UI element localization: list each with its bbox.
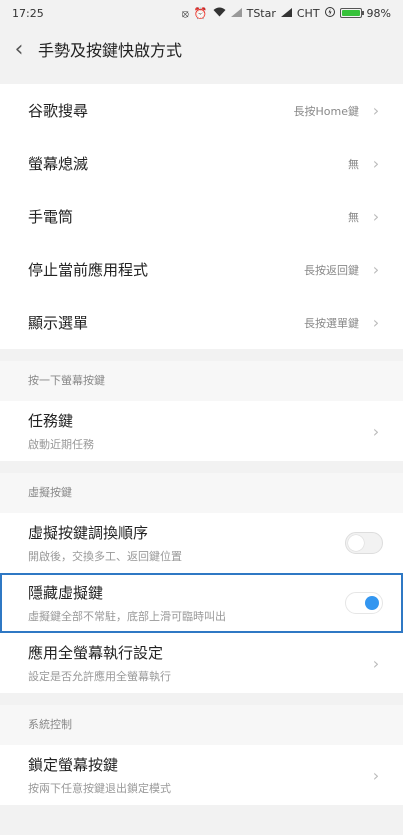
row-subtitle: 虛擬鍵全部不常駐，底部上滑可臨時叫出 bbox=[28, 610, 226, 623]
battery-percent: 98% bbox=[366, 6, 391, 20]
status-icons: ⦻ ⏰ TStar CHT 98% bbox=[182, 6, 391, 20]
battery-icon bbox=[339, 8, 364, 18]
row-value: 無 bbox=[348, 210, 359, 224]
stop-app-row[interactable]: 停止當前應用程式 長按返回鍵 › bbox=[0, 243, 403, 296]
row-label: 任務鍵 bbox=[28, 412, 74, 430]
hide-virtual-keys-toggle[interactable] bbox=[345, 592, 383, 614]
row-subtitle: 設定是否允許應用全螢幕執行 bbox=[28, 670, 171, 683]
chevron-right-icon: › bbox=[372, 207, 380, 226]
row-label: 停止當前應用程式 bbox=[28, 261, 149, 279]
settings-list: 谷歌搜尋 長按Home鍵 › 螢幕熄滅 無 › 手電筒 無 › 停止當前應用程式… bbox=[0, 84, 403, 835]
hide-virtual-keys-row[interactable]: 隱藏虛擬鍵 虛擬鍵全部不常駐，底部上滑可臨時叫出 bbox=[0, 573, 403, 633]
section-header-tap: 按一下螢幕按鍵 bbox=[0, 361, 403, 401]
charging-icon bbox=[324, 6, 335, 20]
section-gap bbox=[0, 349, 403, 361]
row-label: 虛擬按鍵調換順序 bbox=[28, 524, 149, 542]
carrier-1: TStar bbox=[246, 6, 276, 20]
bottom-spacer bbox=[0, 805, 403, 835]
row-value: 無 bbox=[348, 157, 359, 171]
wifi-icon bbox=[213, 7, 226, 19]
row-label: 谷歌搜尋 bbox=[28, 102, 89, 120]
signal-icon bbox=[230, 7, 242, 19]
chevron-right-icon: › bbox=[372, 101, 380, 120]
chevron-right-icon: › bbox=[372, 313, 380, 332]
row-value: 長按返回鍵 bbox=[304, 263, 359, 277]
page-title: 手勢及按鍵快啟方式 bbox=[38, 41, 183, 60]
carrier-2: CHT bbox=[296, 6, 320, 20]
chevron-right-icon: › bbox=[372, 421, 380, 441]
status-time: 17:25 bbox=[12, 6, 44, 20]
chevron-right-icon: › bbox=[372, 260, 380, 279]
row-label: 鎖定螢幕按鍵 bbox=[28, 756, 119, 774]
fullscreen-settings-row[interactable]: 應用全螢幕執行設定 設定是否允許應用全螢幕執行 › bbox=[0, 633, 403, 693]
section-gap bbox=[0, 693, 403, 705]
row-label: 顯示選單 bbox=[28, 314, 89, 332]
page-header: ‹ 手勢及按鍵快啟方式 bbox=[0, 26, 403, 72]
show-menu-row[interactable]: 顯示選單 長按選單鍵 › bbox=[0, 296, 403, 349]
no-disturb-icon: ⦻ bbox=[181, 6, 189, 20]
swap-order-toggle[interactable] bbox=[345, 532, 383, 554]
shortcut-group: 谷歌搜尋 長按Home鍵 › 螢幕熄滅 無 › 手電筒 無 › 停止當前應用程式… bbox=[0, 84, 403, 349]
chevron-left-icon: ‹ bbox=[14, 36, 24, 62]
row-label: 應用全螢幕執行設定 bbox=[28, 644, 164, 662]
section-header-virtual: 虛擬按鍵 bbox=[0, 473, 403, 513]
row-subtitle: 開啟後，交換多工、返回鍵位置 bbox=[28, 550, 182, 563]
back-button[interactable]: ‹ bbox=[0, 26, 38, 72]
row-label: 隱藏虛擬鍵 bbox=[28, 584, 104, 602]
google-search-row[interactable]: 谷歌搜尋 長按Home鍵 › bbox=[0, 84, 403, 137]
chevron-right-icon: › bbox=[372, 154, 380, 173]
row-subtitle: 按兩下任意按鍵退出鎖定模式 bbox=[28, 782, 171, 795]
flashlight-row[interactable]: 手電筒 無 › bbox=[0, 190, 403, 243]
chevron-right-icon: › bbox=[372, 653, 380, 673]
swap-order-row[interactable]: 虛擬按鍵調換順序 開啟後，交換多工、返回鍵位置 bbox=[0, 513, 403, 573]
task-key-row[interactable]: 任務鍵 啟動近期任務 › bbox=[0, 401, 403, 461]
row-label: 螢幕熄滅 bbox=[28, 155, 89, 173]
screen-off-row[interactable]: 螢幕熄滅 無 › bbox=[0, 137, 403, 190]
row-value: 長按Home鍵 bbox=[293, 104, 359, 118]
alarm-icon: ⏰ bbox=[193, 6, 208, 20]
signal-icon bbox=[280, 7, 292, 19]
row-label: 手電筒 bbox=[28, 208, 74, 226]
row-value: 長按選單鍵 bbox=[304, 316, 359, 330]
lock-screen-key-row[interactable]: 鎖定螢幕按鍵 按兩下任意按鍵退出鎖定模式 › bbox=[0, 745, 403, 805]
status-bar: 17:25 ⦻ ⏰ TStar CHT 98% bbox=[0, 0, 403, 26]
section-gap bbox=[0, 461, 403, 473]
section-header-system: 系統控制 bbox=[0, 705, 403, 745]
chevron-right-icon: › bbox=[372, 765, 380, 785]
row-subtitle: 啟動近期任務 bbox=[28, 438, 94, 451]
